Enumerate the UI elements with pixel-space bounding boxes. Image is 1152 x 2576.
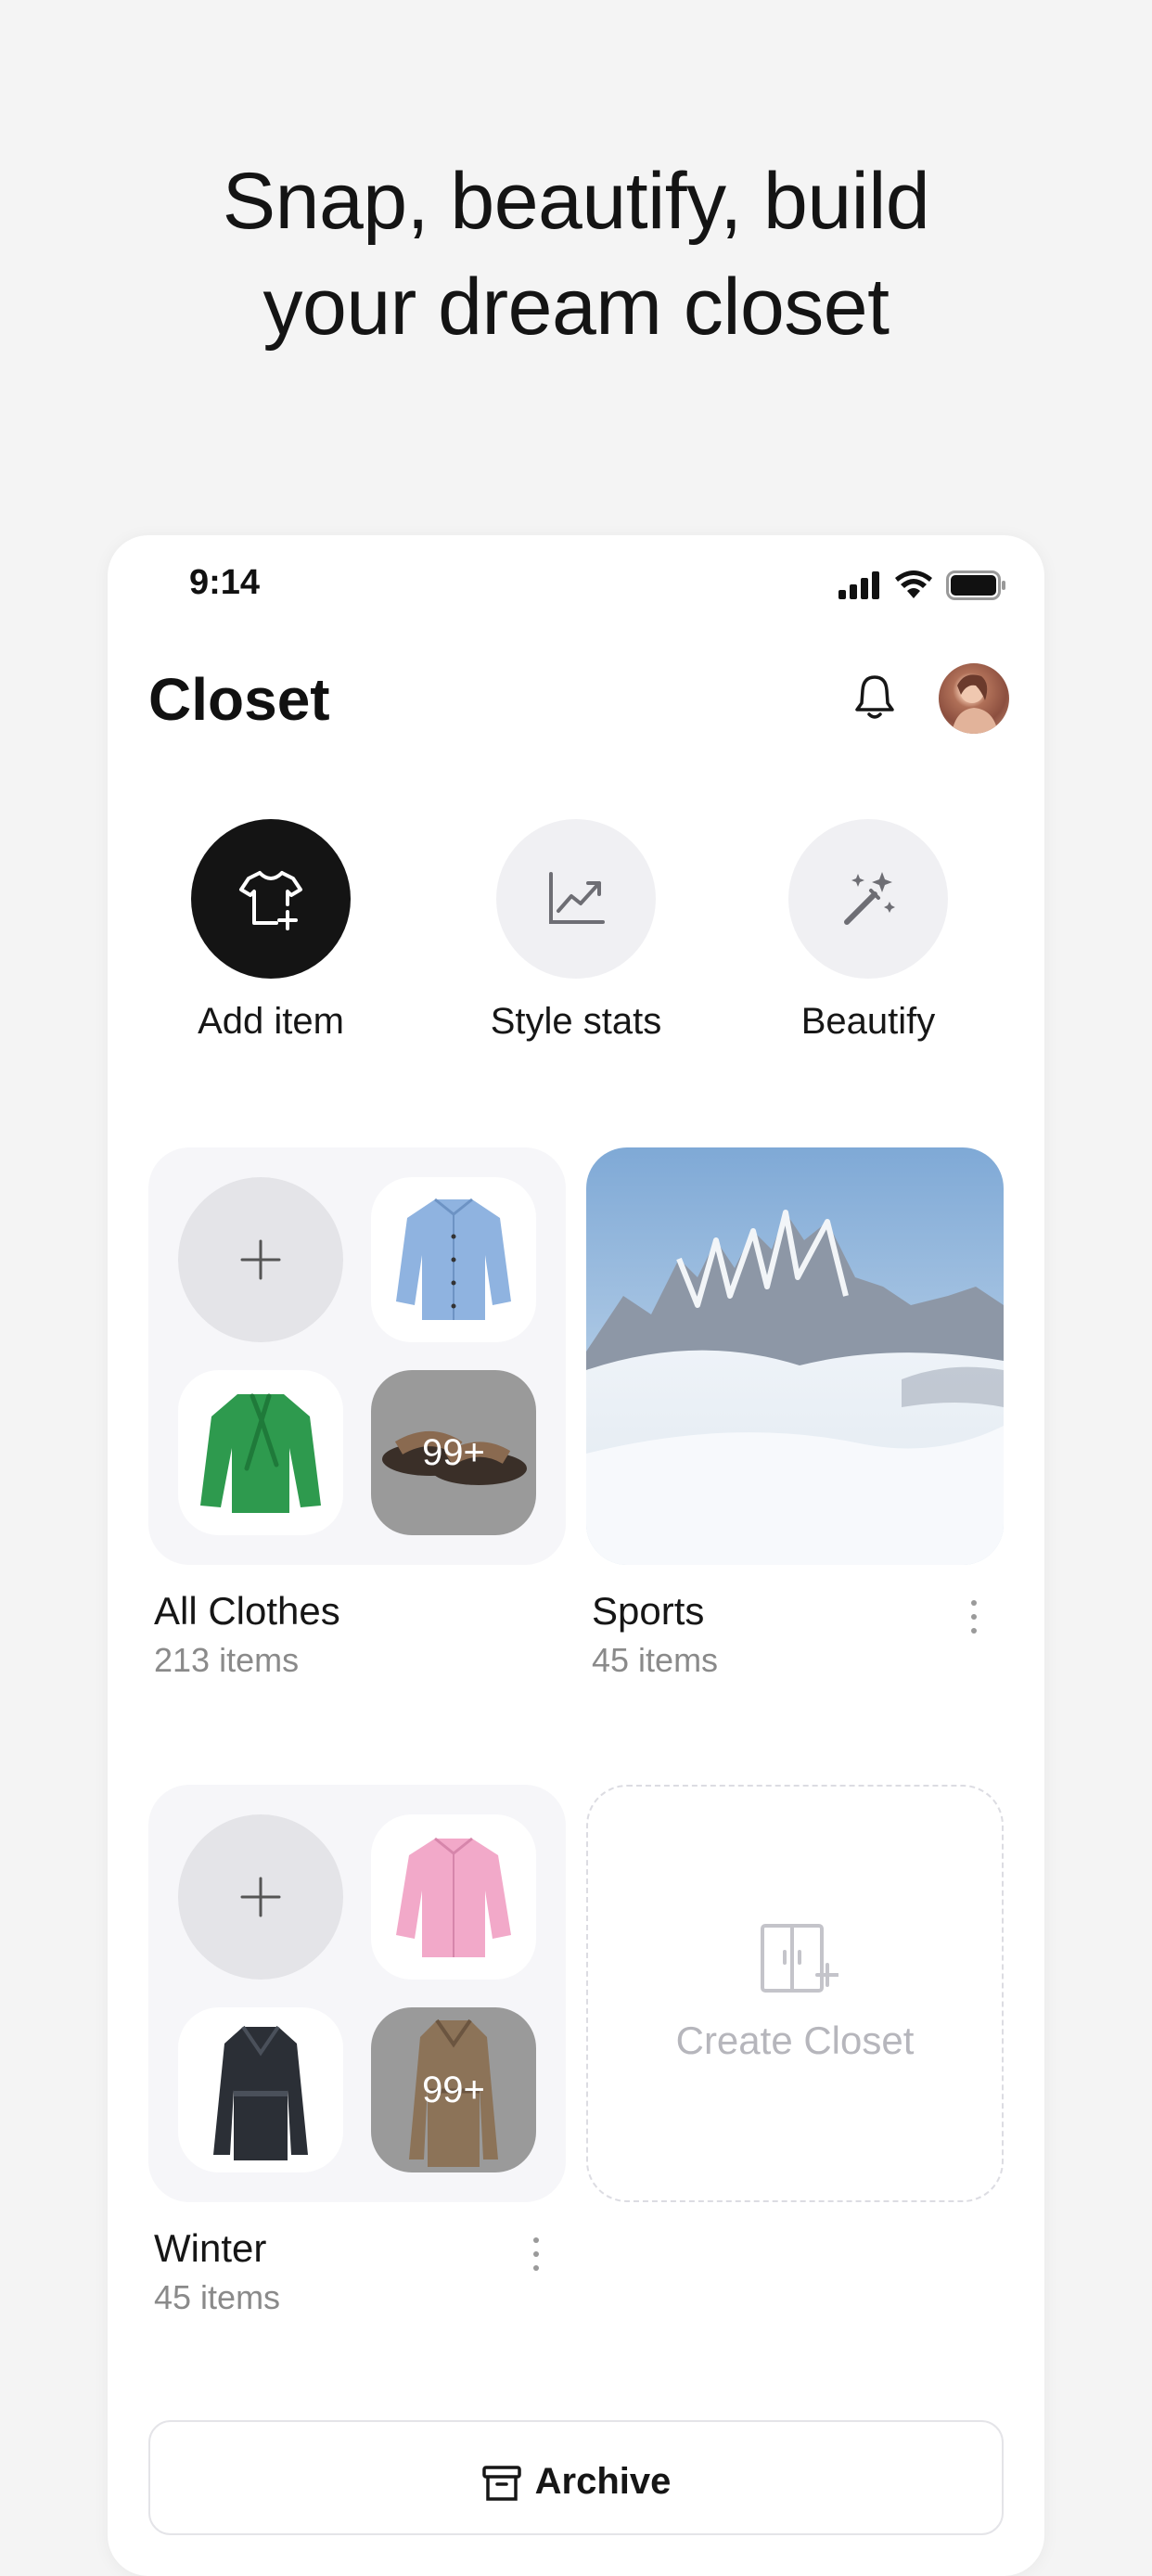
- black-coat-image: [213, 2025, 308, 2160]
- blue-shirt-image: [396, 1198, 511, 1320]
- pink-shirt-image: [396, 1837, 511, 1957]
- item-thumb-blue-shirt: [371, 1177, 536, 1342]
- item-thumb-black-coat: [178, 2007, 343, 2172]
- more-items-badge: 99+: [422, 1431, 485, 1473]
- green-blouse-image: [200, 1393, 321, 1513]
- phone-screen: 9:14 Closet Add item Style stats Beautif…: [108, 535, 1044, 2576]
- style-stats-label: Style stats: [490, 1001, 662, 1042]
- headline: Snap, beautify, build your dream closet: [0, 148, 1152, 360]
- closet-card-winter[interactable]: 99+: [148, 1785, 566, 2202]
- closet-name-winter: Winter: [154, 2226, 267, 2270]
- chart-trend-icon: [549, 872, 605, 924]
- winter-more-menu-icon[interactable]: [527, 2237, 545, 2284]
- beautify-circle[interactable]: [788, 819, 948, 979]
- bell-icon[interactable]: [847, 670, 902, 725]
- sports-more-menu-icon[interactable]: [965, 1600, 983, 1647]
- closet-count-winter: 45 items: [154, 2278, 281, 2316]
- create-closet-button[interactable]: Create Closet: [586, 1785, 1004, 2202]
- archive-content: Archive: [150, 2461, 1002, 2503]
- magic-wand-icon: [844, 872, 895, 925]
- add-item-button[interactable]: Add item: [150, 819, 391, 1043]
- plus-icon: [240, 1239, 281, 1280]
- avatar-photo: [952, 674, 998, 734]
- plus-icon: [240, 1877, 281, 1917]
- avatar[interactable]: [939, 663, 1009, 734]
- beautify-button[interactable]: Beautify: [748, 819, 989, 1043]
- headline-line-1: Snap, beautify, build: [222, 157, 930, 246]
- closet-card-all-clothes[interactable]: 99+: [148, 1147, 566, 1565]
- closet-name-sports: Sports: [592, 1589, 705, 1633]
- item-thumb-pink-shirt: [371, 1814, 536, 1980]
- snowy-mountains-image: [586, 1147, 1004, 1565]
- add-item-label: Add item: [198, 1001, 344, 1042]
- more-items-tile[interactable]: 99+: [371, 2007, 536, 2172]
- more-items-badge: 99+: [422, 2069, 485, 2110]
- wifi-icon: [895, 570, 932, 598]
- closet-name-all-clothes: All Clothes: [154, 1589, 340, 1633]
- archive-label: Archive: [534, 2461, 672, 2502]
- beautify-label: Beautify: [800, 1001, 936, 1042]
- more-items-tile[interactable]: 99+: [371, 1370, 536, 1535]
- battery-icon: [946, 570, 1005, 600]
- status-icons: [838, 570, 1007, 600]
- closet-count-all-clothes: 213 items: [154, 1641, 300, 1679]
- style-stats-button[interactable]: Style stats: [455, 819, 697, 1043]
- closet-plus-icon: [761, 1924, 838, 1993]
- create-closet-label: Create Closet: [675, 2019, 915, 2062]
- add-to-closet-button[interactable]: [178, 1814, 343, 1980]
- page-title: Closet: [148, 666, 330, 733]
- status-time: 9:14: [189, 563, 261, 602]
- closet-card-sports[interactable]: [586, 1147, 1004, 1565]
- add-to-closet-button[interactable]: [178, 1177, 343, 1342]
- closet-count-sports: 45 items: [592, 1641, 719, 1679]
- archive-button[interactable]: Archive: [148, 2420, 1004, 2535]
- add-item-circle[interactable]: [191, 819, 351, 979]
- signal-icon: [838, 571, 879, 599]
- item-thumb-green-blouse: [178, 1370, 343, 1535]
- tshirt-plus-icon: [239, 871, 302, 930]
- archive-box-icon: [481, 2465, 521, 2501]
- headline-line-2: your dream closet: [262, 263, 890, 352]
- style-stats-circle[interactable]: [496, 819, 656, 979]
